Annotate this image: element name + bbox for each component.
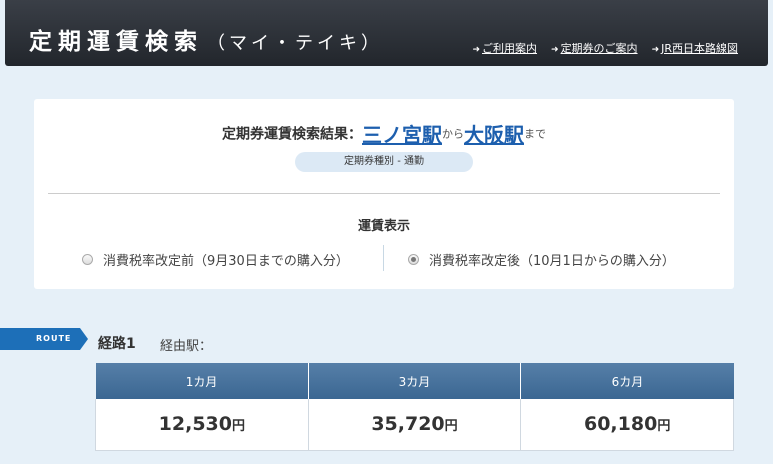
fare-display-heading: 運賃表示	[357, 219, 410, 234]
divider	[48, 193, 720, 194]
col-1-month: 1カ月	[95, 363, 309, 399]
title-text: 定期運賃検索	[29, 29, 203, 55]
from-suffix: から	[442, 127, 464, 141]
route-tag: ROUTE	[0, 328, 88, 350]
fare-3-month: 35,720円	[308, 399, 522, 451]
via-stations-label: 経由駅：	[160, 339, 213, 354]
result-summary: 定期券運賃検索結果：三ノ宮駅から大阪駅まで	[34, 119, 734, 148]
fare-1-month: 12,530円	[95, 399, 309, 451]
arrow-right-icon: ➜	[472, 45, 481, 55]
arrow-right-icon: ➜	[551, 45, 559, 55]
option-separator	[383, 245, 384, 271]
search-result-panel: 定期券運賃検索結果：三ノ宮駅から大阪駅まで 定期券種別 - 通勤 運賃表示 消費…	[34, 99, 734, 289]
fare-6-month: 60,180円	[520, 399, 734, 451]
tax-before-label: 消費税率改定前（9月30日までの購入分）	[103, 254, 349, 269]
table-row: 12,530円 35,720円 60,180円	[95, 399, 734, 451]
yen-unit: 円	[444, 419, 458, 435]
pass-guide-link[interactable]: ➜ 定期券のご案内	[551, 40, 638, 56]
header-links: ➜ ご利用案内 ➜ 定期券のご案内 ➜ JR西日本路線図	[472, 40, 738, 56]
fare-6-month-value: 60,180	[583, 413, 658, 436]
usage-guide-link[interactable]: ➜ ご利用案内	[472, 40, 537, 56]
route-map-label: JR西日本路線図	[661, 42, 738, 55]
tax-before-option[interactable]: 消費税率改定前（9月30日までの購入分）	[82, 250, 349, 269]
route-map-link[interactable]: ➜ JR西日本路線図	[652, 40, 738, 56]
tax-before-radio[interactable]	[82, 254, 93, 265]
route-title: 経路1	[98, 336, 136, 352]
usage-guide-label: ご利用案内	[482, 42, 538, 55]
page: 定期運賃検索 （マイ・テイキ） ➜ ご利用案内 ➜ 定期券のご案内 ➜ JR西日本路線図…	[0, 0, 773, 464]
arrow-right-icon: ➜	[651, 45, 660, 55]
fare-table-header: 1カ月 3カ月 6カ月	[95, 363, 734, 399]
col-3-month: 3カ月	[308, 363, 522, 399]
to-suffix: まで	[524, 127, 546, 141]
tax-after-option[interactable]: 消費税率改定後（10月1日からの購入分）	[408, 250, 675, 269]
pass-type-badge: 定期券種別 - 通勤	[295, 152, 473, 172]
fare-3-month-value: 35,720	[371, 413, 445, 436]
result-label: 定期券運賃検索結果：	[222, 126, 362, 143]
page-title: 定期運賃検索 （マイ・テイキ）	[29, 22, 383, 56]
to-station-link[interactable]: 大阪駅	[464, 123, 524, 147]
yen-unit: 円	[231, 419, 245, 435]
title-subtitle: （マイ・テイキ）	[207, 33, 383, 54]
fare-table: 1カ月 3カ月 6カ月 12,530円 35,720円 60,180円	[95, 363, 734, 451]
tax-after-radio[interactable]	[408, 254, 419, 265]
pass-guide-label: 定期券のご案内	[560, 42, 638, 55]
from-station-link[interactable]: 三ノ宮駅	[362, 123, 442, 147]
fare-1-month-value: 12,530	[158, 413, 232, 436]
col-6-month: 6カ月	[520, 363, 734, 399]
page-header: 定期運賃検索 （マイ・テイキ） ➜ ご利用案内 ➜ 定期券のご案内 ➜ JR西日本路線図	[5, 0, 768, 66]
tax-after-label: 消費税率改定後（10月1日からの購入分）	[429, 254, 675, 269]
yen-unit: 円	[657, 419, 671, 435]
